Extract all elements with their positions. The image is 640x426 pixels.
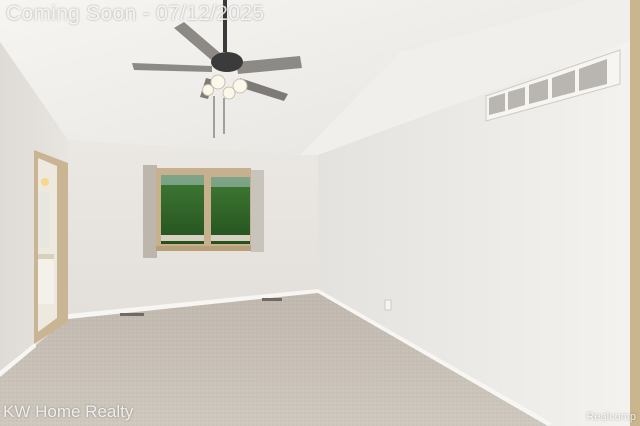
mirror [39,192,49,248]
window-pane-right [211,177,250,244]
brokerage-watermark: KW Home Realty [3,402,134,421]
floor-vent-icon [262,298,282,301]
source-watermark: Realcomp [586,411,636,423]
window-railing-left [161,235,204,241]
window-pane-left [161,175,204,244]
curtain-left [143,165,157,258]
window [143,165,264,258]
vanity-top [38,254,54,259]
window-railing-right [211,235,250,241]
right-edge-trim [630,0,640,426]
outlet-icon [384,299,392,311]
window-sill [156,246,251,251]
fan-light-icon [222,86,236,100]
doorway[interactable] [34,150,68,344]
bathroom-vanity [38,258,54,304]
floor-vent-icon [120,313,144,316]
curtain-right [251,170,264,252]
fan-light-icon [202,84,214,96]
window-mullion [204,172,211,248]
room-photo: Coming Soon - 07/12/2025 KW Home Realty … [0,0,640,426]
status-watermark: Coming Soon - 07/12/2025 [6,2,265,25]
fan-motor [211,52,243,72]
room-scene [0,0,640,426]
light-fixture-icon [41,178,49,186]
